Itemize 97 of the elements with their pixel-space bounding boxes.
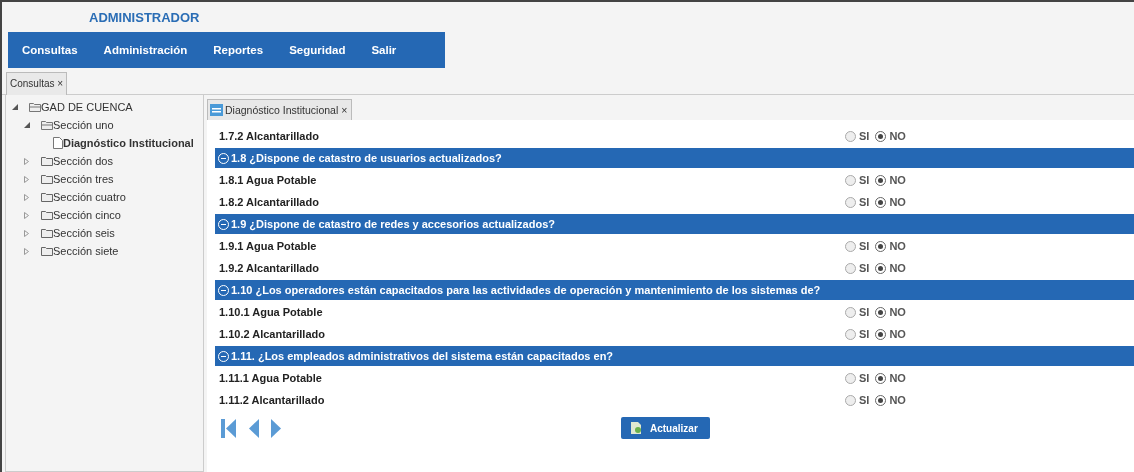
option-label: SI bbox=[859, 306, 870, 318]
option-label: NO bbox=[889, 240, 906, 252]
radio-button[interactable] bbox=[845, 174, 856, 186]
radio-button[interactable] bbox=[875, 130, 887, 142]
radio-button[interactable] bbox=[875, 174, 887, 186]
option-label: NO bbox=[889, 328, 906, 340]
radio-button[interactable] bbox=[845, 328, 856, 340]
menu-item[interactable]: Administración bbox=[95, 32, 196, 68]
item-label: 1.9.2 Alcantarillado bbox=[219, 262, 320, 274]
update-button[interactable]: Actualizar bbox=[621, 417, 710, 439]
open-folder-icon bbox=[29, 102, 41, 112]
open-folder-icon bbox=[41, 120, 53, 130]
document-icon bbox=[53, 137, 63, 149]
refresh-document-icon bbox=[631, 422, 642, 434]
tree-item[interactable]: Diagnóstico Institucional bbox=[63, 137, 194, 149]
question-header[interactable]: 1.9 ¿Dispone de catastro de redes y accesorios actualizados? bbox=[215, 214, 1134, 234]
tree-item[interactable]: Sección uno bbox=[53, 119, 114, 131]
question-text: 1.11. ¿Los empleados administrativos del sistema están capacitados en? bbox=[231, 350, 614, 362]
item-label: 1.8.2 Alcantarillado bbox=[219, 196, 320, 208]
radio-button[interactable] bbox=[875, 394, 887, 406]
item-label: 1.10.1 Agua Potable bbox=[219, 306, 324, 318]
radio-button[interactable] bbox=[845, 130, 856, 142]
collapsed-triangle-icon[interactable] bbox=[24, 193, 29, 201]
tree-item[interactable]: Sección cinco bbox=[53, 209, 121, 221]
option-label: NO bbox=[889, 372, 906, 384]
option-label: SI bbox=[859, 262, 870, 274]
menu-item[interactable]: Salir bbox=[363, 32, 405, 68]
collapse-icon[interactable] bbox=[218, 152, 229, 164]
tree-item[interactable]: Sección dos bbox=[53, 155, 113, 167]
tab[interactable]: Consultas × bbox=[6, 72, 68, 95]
folder-icon bbox=[41, 228, 53, 238]
folder-icon bbox=[41, 246, 53, 256]
folder-icon bbox=[41, 210, 53, 220]
radio-button[interactable] bbox=[845, 262, 856, 274]
question-text: 1.10 ¿Los operadores están capacitados para las actividades de operación y mantenimiento de los sistemas de? bbox=[231, 284, 821, 296]
tree-item[interactable]: GAD DE CUENCA bbox=[41, 101, 133, 113]
item-label: 1.9.1 Agua Potable bbox=[219, 240, 318, 252]
form-icon bbox=[210, 104, 223, 116]
question-text: 1.8 ¿Dispone de catastro de usuarios actualizados? bbox=[231, 152, 502, 164]
option-label: NO bbox=[889, 196, 906, 208]
radio-button[interactable] bbox=[845, 372, 856, 384]
question-text: 1.9 ¿Dispone de catastro de redes y accesorios actualizados? bbox=[231, 218, 556, 230]
previous-icon[interactable] bbox=[249, 418, 259, 438]
folder-icon bbox=[41, 156, 53, 166]
radio-button[interactable] bbox=[875, 372, 887, 384]
collapsed-triangle-icon[interactable] bbox=[24, 175, 29, 183]
question-header[interactable]: 1.10 ¿Los operadores están capacitados para las actividades de operación y mantenimiento de los sistemas de? bbox=[215, 280, 1134, 300]
next-icon[interactable] bbox=[271, 418, 281, 438]
option-label: SI bbox=[859, 240, 870, 252]
radio-button[interactable] bbox=[845, 306, 856, 318]
menu-item[interactable]: Reportes bbox=[205, 32, 272, 68]
folder-icon bbox=[41, 174, 53, 184]
collapsed-triangle-icon[interactable] bbox=[24, 157, 29, 165]
option-label: SI bbox=[859, 174, 870, 186]
option-label: NO bbox=[889, 262, 906, 274]
option-label: SI bbox=[859, 130, 870, 142]
item-label: 1.11.2 Alcantarillado bbox=[219, 394, 326, 406]
collapsed-triangle-icon[interactable] bbox=[24, 229, 29, 237]
question-header[interactable]: 1.11. ¿Los empleados administrativos del sistema están capacitados en? bbox=[215, 346, 1134, 366]
first-page-icon[interactable] bbox=[221, 418, 237, 438]
tree-item[interactable]: Sección siete bbox=[53, 245, 119, 257]
item-label: 1.10.2 Alcantarillado bbox=[219, 328, 326, 340]
app-title: ADMINISTRADOR bbox=[89, 9, 200, 25]
option-label: NO bbox=[889, 130, 906, 142]
collapse-icon[interactable] bbox=[218, 218, 229, 230]
item-label: 1.11.1 Agua Potable bbox=[219, 372, 323, 384]
tree-item[interactable]: Sección tres bbox=[53, 173, 114, 185]
collapse-icon[interactable] bbox=[218, 284, 229, 296]
option-label: SI bbox=[859, 394, 870, 406]
option-label: NO bbox=[889, 174, 906, 186]
radio-button[interactable] bbox=[875, 240, 887, 252]
tree-item[interactable]: Sección cuatro bbox=[53, 191, 126, 203]
option-label: NO bbox=[889, 306, 906, 318]
expanded-triangle-icon[interactable] bbox=[12, 104, 18, 110]
option-label: SI bbox=[859, 372, 870, 384]
radio-button[interactable] bbox=[845, 394, 856, 406]
option-label: SI bbox=[859, 328, 870, 340]
question-header[interactable]: 1.8 ¿Dispone de catastro de usuarios actualizados? bbox=[215, 148, 1134, 168]
collapsed-triangle-icon[interactable] bbox=[24, 247, 29, 255]
content-tab[interactable]: Diagnóstico Institucional × bbox=[207, 99, 353, 120]
radio-button[interactable] bbox=[845, 240, 856, 252]
option-label: SI bbox=[859, 196, 870, 208]
tree-item[interactable]: Sección seis bbox=[53, 227, 115, 239]
item-label: 1.8.1 Agua Potable bbox=[219, 174, 318, 186]
expanded-triangle-icon[interactable] bbox=[24, 122, 30, 128]
radio-button[interactable] bbox=[875, 306, 887, 318]
radio-button[interactable] bbox=[845, 196, 856, 208]
menu-item[interactable]: Seguridad bbox=[281, 32, 354, 68]
collapsed-triangle-icon[interactable] bbox=[24, 211, 29, 219]
radio-button[interactable] bbox=[875, 196, 887, 208]
item-label: 1.7.2 Alcantarillado bbox=[219, 130, 320, 142]
menu-item[interactable]: Consultas bbox=[14, 32, 86, 68]
radio-button[interactable] bbox=[875, 328, 887, 340]
folder-icon bbox=[41, 192, 53, 202]
option-label: NO bbox=[889, 394, 906, 406]
collapse-icon[interactable] bbox=[218, 350, 229, 362]
radio-button[interactable] bbox=[875, 262, 887, 274]
